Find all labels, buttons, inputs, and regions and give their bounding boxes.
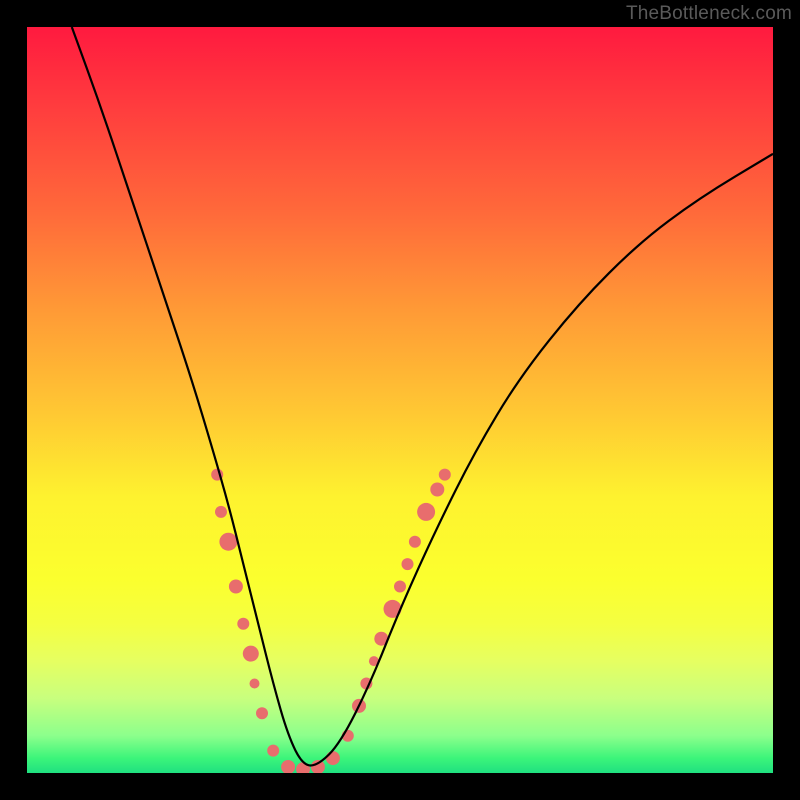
chart-container: TheBottleneck.com — [0, 0, 800, 800]
marker-point — [430, 483, 444, 497]
marker-point — [402, 558, 414, 570]
bottleneck-curve — [72, 27, 773, 766]
marker-point — [229, 580, 243, 594]
plot-area — [27, 27, 773, 773]
marker-point — [439, 469, 451, 481]
marker-point — [243, 646, 259, 662]
chart-svg — [27, 27, 773, 773]
marker-point — [215, 506, 227, 518]
marker-point — [417, 503, 435, 521]
marker-point — [250, 679, 260, 689]
marker-point — [311, 760, 325, 773]
marker-point — [409, 536, 421, 548]
marker-point — [326, 751, 340, 765]
marker-point — [256, 707, 268, 719]
marker-point — [394, 581, 406, 593]
marker-point — [237, 618, 249, 630]
marker-point — [267, 745, 279, 757]
watermark-label: TheBottleneck.com — [626, 3, 792, 25]
marker-layer — [211, 469, 451, 773]
marker-point — [281, 760, 295, 773]
marker-point — [219, 533, 237, 551]
